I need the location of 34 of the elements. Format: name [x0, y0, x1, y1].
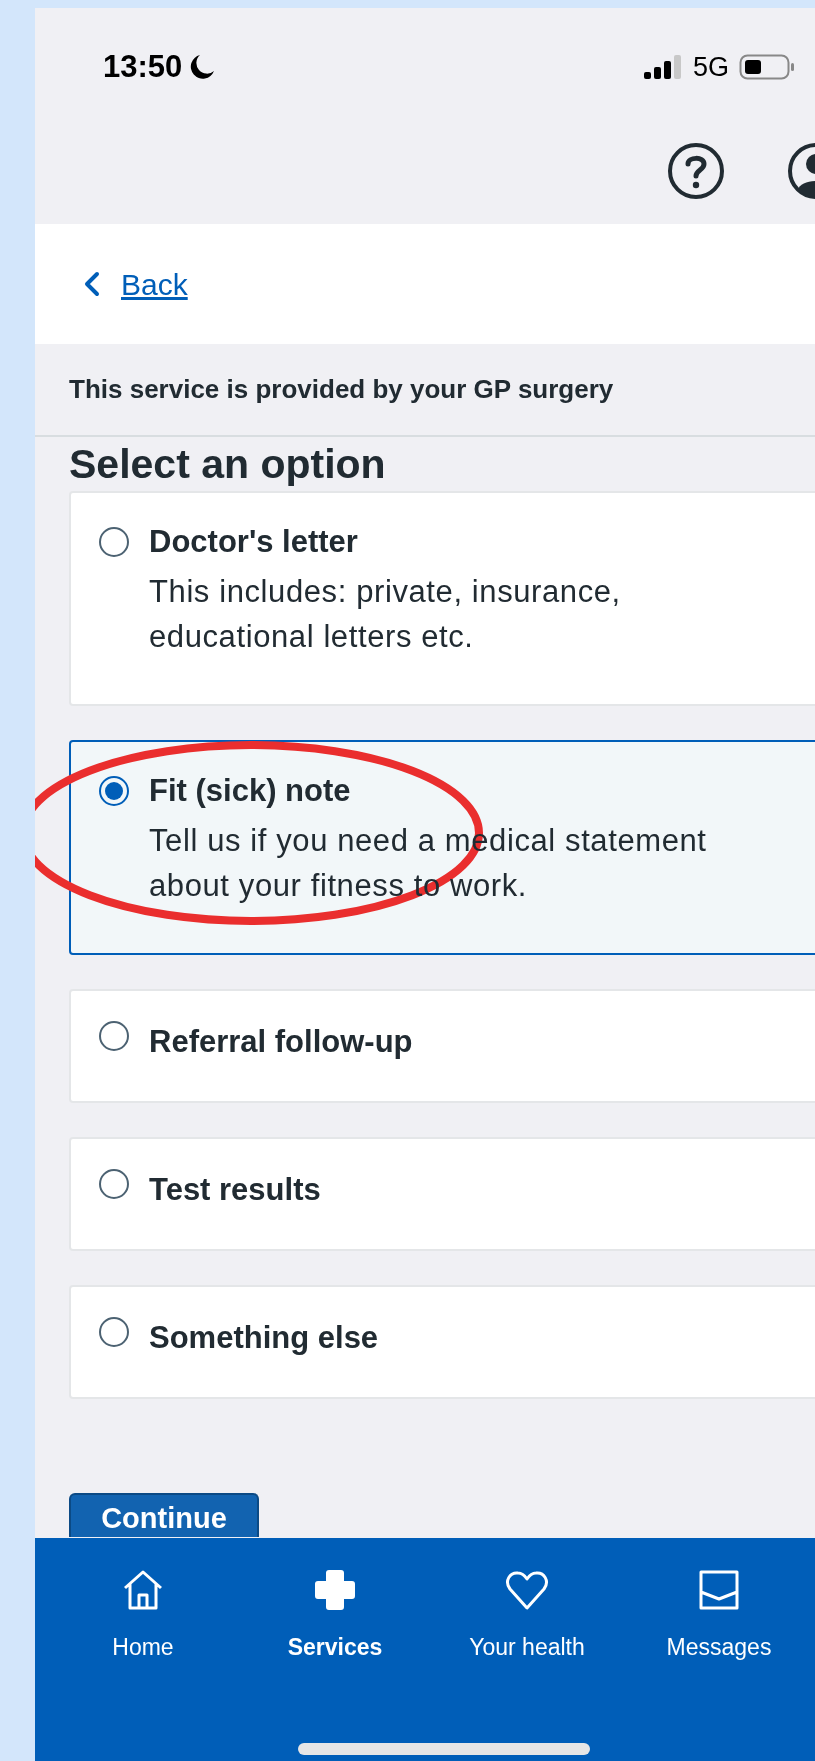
- radio-button[interactable]: [99, 1169, 129, 1199]
- chevron-left-icon: [83, 271, 101, 297]
- nav-tab[interactable]: Messages: [623, 1568, 815, 1698]
- continue-button[interactable]: Continue: [69, 1493, 259, 1537]
- heart-icon: [505, 1568, 549, 1612]
- page-heading: Select an option: [69, 440, 387, 489]
- nav-tab[interactable]: Home: [47, 1568, 239, 1698]
- service-note: This service is provided by your GP surgery: [69, 373, 614, 406]
- option-title: Test results: [149, 1171, 322, 1209]
- status-time: 13:50: [103, 47, 183, 86]
- radio-button[interactable]: [99, 1317, 129, 1347]
- nav-tab[interactable]: Services: [239, 1568, 431, 1698]
- option-card[interactable]: Something else: [69, 1285, 815, 1399]
- radio-button[interactable]: [99, 1021, 129, 1051]
- moon-icon: [188, 53, 217, 81]
- radio-button[interactable]: [99, 527, 129, 557]
- option-title: Doctor's letter: [149, 523, 359, 561]
- option-card[interactable]: Test results: [69, 1137, 815, 1251]
- option-card[interactable]: Referral follow-up: [69, 989, 815, 1103]
- option-description: This includes: private, insurance, educational letters etc.: [149, 573, 622, 656]
- nav-tab[interactable]: Your health: [431, 1568, 623, 1698]
- battery-icon: [739, 53, 795, 81]
- network-label: 5G: [692, 50, 729, 84]
- option-title: Referral follow-up: [149, 1023, 414, 1061]
- help-icon[interactable]: [667, 142, 725, 200]
- radio-button[interactable]: [99, 776, 129, 806]
- option-card[interactable]: Doctor's letter This includes: private, insurance, educational letters etc.: [69, 491, 815, 706]
- home-icon: [121, 1568, 165, 1612]
- back-link[interactable]: Back: [121, 261, 188, 307]
- option-title: Something else: [149, 1319, 380, 1357]
- cross-icon: [313, 1568, 357, 1612]
- signal-icon: [642, 54, 683, 80]
- option-title: Fit (sick) note: [149, 772, 352, 810]
- inbox-icon: [697, 1568, 741, 1612]
